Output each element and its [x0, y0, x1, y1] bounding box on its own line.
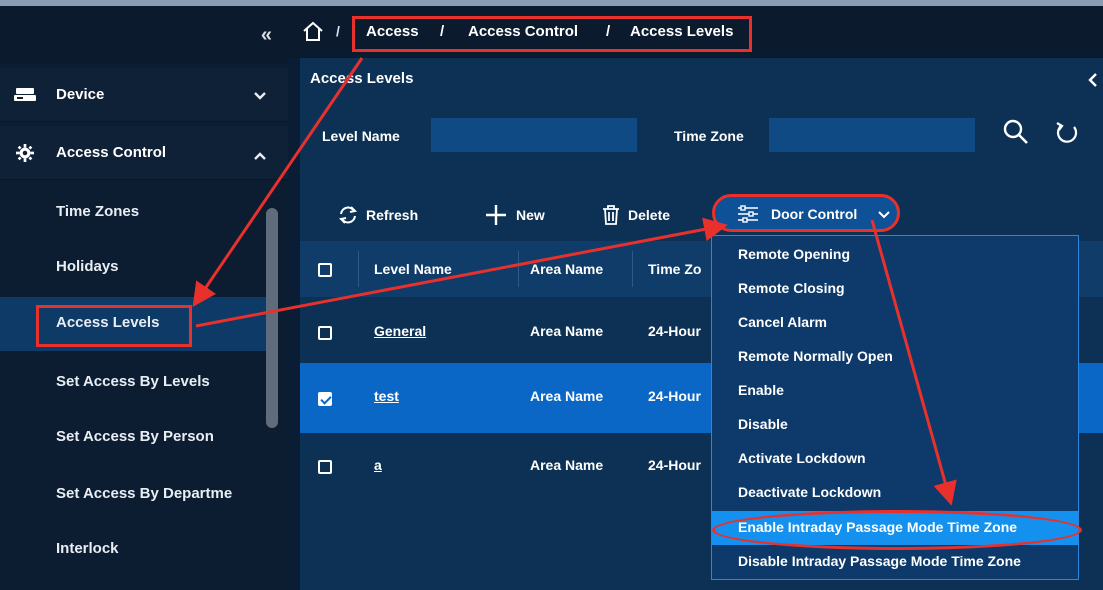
door-control-button[interactable]: Door Control — [712, 194, 900, 232]
time-zone-input[interactable] — [769, 118, 975, 152]
search-icon[interactable] — [1000, 116, 1032, 148]
menu-item-activate-lockdown[interactable]: Activate Lockdown — [712, 442, 1078, 476]
sidebar-group-device[interactable]: Device — [0, 68, 288, 122]
sidebar-item-label: Interlock — [56, 540, 119, 557]
column-divider — [358, 251, 359, 287]
menu-item-remote-normally-open[interactable]: Remote Normally Open — [712, 340, 1078, 374]
sidebar: « Device Access Control Time Zones Holid… — [0, 6, 288, 590]
chevron-left-icon[interactable] — [1087, 72, 1099, 88]
menu-item-remote-opening[interactable]: Remote Opening — [712, 238, 1078, 272]
area-name-cell: Area Name — [530, 323, 604, 339]
area-name-cell: Area Name — [530, 388, 604, 404]
menu-item-deactivate-lockdown[interactable]: Deactivate Lockdown — [712, 476, 1078, 510]
new-label: New — [516, 207, 545, 223]
menu-item-label: Activate Lockdown — [738, 450, 866, 466]
level-name-link[interactable]: General — [374, 323, 426, 339]
sidebar-item-interlock[interactable]: Interlock — [0, 523, 272, 577]
breadcrumb-access-levels: Access Levels — [630, 23, 734, 40]
select-all-checkbox[interactable] — [318, 263, 332, 277]
menu-item-enable[interactable]: Enable — [712, 374, 1078, 408]
new-button[interactable]: New — [484, 204, 545, 226]
sidebar-collapse-bar: « — [0, 6, 288, 64]
sidebar-item-label: Set Access By Departme — [56, 485, 233, 502]
sidebar-item-label: Time Zones — [56, 203, 140, 220]
breadcrumb-access[interactable]: Access — [366, 23, 419, 40]
trash-icon — [603, 205, 619, 225]
breadcrumb-separator: / — [336, 23, 340, 39]
chevron-down-icon — [254, 92, 266, 100]
sidebar-item-set-access-by-department[interactable]: Set Access By Departme — [0, 468, 272, 522]
breadcrumb-access-control[interactable]: Access Control — [468, 23, 578, 40]
sidebar-item-set-access-by-person[interactable]: Set Access By Person — [0, 411, 272, 465]
double-chevron-left-icon[interactable]: « — [261, 24, 272, 47]
breadcrumb: / Access / Access Control / Access Level… — [288, 6, 1103, 58]
menu-item-label: Cancel Alarm — [738, 314, 827, 330]
sidebar-item-label: Set Access By Levels — [56, 373, 210, 390]
annotation-ellipse-menu-item — [712, 510, 1082, 550]
column-divider — [518, 251, 519, 287]
row-checkbox[interactable] — [318, 460, 332, 474]
device-icon — [14, 88, 36, 101]
door-control-label: Door Control — [771, 206, 858, 222]
sidebar-group-label: Device — [56, 86, 105, 103]
menu-item-disable-intraday-passage-mode[interactable]: Disable Intraday Passage Mode Time Zone — [712, 545, 1078, 579]
menu-item-cancel-alarm[interactable]: Cancel Alarm — [712, 306, 1078, 340]
sidebar-group-label: Access Control — [56, 144, 167, 161]
column-divider — [632, 251, 633, 287]
menu-item-label: Remote Closing — [738, 280, 845, 296]
level-name-link[interactable]: test — [374, 388, 399, 404]
chevron-up-icon — [254, 152, 266, 160]
plus-icon — [486, 205, 506, 225]
menu-item-label: Disable — [738, 416, 788, 432]
annotation-box-sidebar — [36, 305, 192, 347]
menu-item-remote-closing[interactable]: Remote Closing — [712, 272, 1078, 306]
time-zone-cell: 24-Hour — [648, 388, 701, 404]
menu-item-label: Disable Intraday Passage Mode Time Zone — [738, 553, 1021, 569]
home-icon[interactable] — [302, 20, 324, 42]
time-zone-cell: 24-Hour — [648, 457, 701, 473]
panel-title: Access Levels — [310, 70, 414, 87]
row-checkbox-checked[interactable] — [318, 392, 332, 406]
sidebar-item-holidays[interactable]: Holidays — [0, 241, 272, 295]
refresh-label: Refresh — [366, 207, 419, 223]
chevron-down-icon — [878, 211, 890, 219]
menu-item-disable[interactable]: Disable — [712, 408, 1078, 442]
menu-item-label: Remote Opening — [738, 246, 851, 262]
door-control-icon — [738, 205, 758, 223]
menu-item-label: Remote Normally Open — [738, 348, 893, 364]
refresh-button[interactable]: Refresh — [338, 204, 418, 226]
time-zone-label: Time Zone — [674, 128, 744, 144]
sidebar-item-time-zones[interactable]: Time Zones — [0, 186, 272, 240]
reset-icon[interactable] — [1052, 118, 1082, 148]
sidebar-item-label: Set Access By Person — [56, 428, 214, 445]
sidebar-group-access-control[interactable]: Access Control — [0, 126, 288, 180]
breadcrumb-separator: / — [440, 23, 445, 40]
level-name-link[interactable]: a — [374, 457, 382, 473]
sidebar-item-label: Holidays — [56, 258, 119, 275]
refresh-icon — [338, 206, 358, 224]
area-name-cell: Area Name — [530, 457, 604, 473]
menu-item-label: Enable — [738, 382, 784, 398]
delete-label: Delete — [628, 207, 671, 223]
time-zone-cell: 24-Hour — [648, 323, 701, 339]
delete-button[interactable]: Delete — [602, 204, 670, 226]
sidebar-scrollbar[interactable] — [266, 208, 278, 428]
breadcrumb-separator: / — [606, 23, 611, 40]
sidebar-item-set-access-by-levels[interactable]: Set Access By Levels — [0, 356, 272, 410]
column-header-level-name[interactable]: Level Name — [374, 261, 452, 277]
gear-icon — [16, 144, 34, 162]
column-header-time-zone[interactable]: Time Zo — [648, 261, 701, 277]
level-name-input[interactable] — [431, 118, 637, 152]
row-checkbox[interactable] — [318, 326, 332, 340]
level-name-label: Level Name — [322, 128, 400, 144]
menu-item-label: Deactivate Lockdown — [738, 484, 882, 500]
column-header-area-name[interactable]: Area Name — [530, 261, 603, 277]
